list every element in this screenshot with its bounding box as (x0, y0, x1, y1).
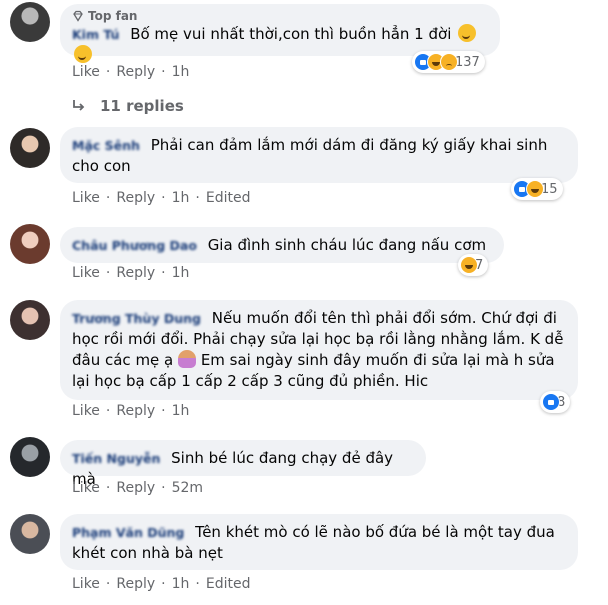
haha-icon (460, 256, 478, 274)
like-button[interactable]: Like (72, 64, 100, 80)
comment-bubble: Châu Phương Dao Gia đình sinh cháu lúc đ… (60, 227, 504, 263)
comment-author[interactable]: Kim Tú (72, 27, 119, 42)
timestamp[interactable]: 1h (172, 576, 190, 592)
diamond-icon (73, 10, 83, 22)
edited-label: Edited (205, 576, 251, 592)
like-button[interactable]: Like (72, 265, 100, 281)
comment-actions: Like · Reply · 1h · Edited (72, 576, 251, 592)
comment-bubble: Tiến Nguyễn Sinh bé lúc đang chạy đẻ đây… (60, 440, 426, 488)
reactions-summary[interactable]: 8 (540, 391, 571, 413)
avatar[interactable] (10, 514, 50, 554)
comment-bubble: Trương Thùy Dung Nếu muốn đổi tên thì ph… (60, 300, 578, 400)
reaction-count: 137 (455, 54, 480, 70)
comment-text: Phải can đảm lắm mới dám đi đăng ký giấy… (72, 136, 548, 175)
timestamp[interactable]: 1h (172, 403, 190, 419)
like-button[interactable]: Like (72, 403, 100, 419)
timestamp[interactable]: 1h (172, 190, 190, 206)
avatar[interactable] (10, 437, 50, 477)
comment-author[interactable]: Tiến Nguyễn (72, 451, 160, 466)
comment-actions: Like · Reply · 1h (72, 64, 190, 80)
comment-bubble: Top fan Kim Tú Bố mẹ vui nhất thời,con t… (60, 4, 500, 63)
woman-shrugging-icon (178, 350, 197, 368)
like-button[interactable]: Like (72, 480, 100, 496)
reactions-summary[interactable]: 7 (458, 254, 489, 276)
comment-actions: Like · Reply · 1h · Edited (72, 190, 251, 206)
avatar[interactable] (10, 128, 50, 168)
comment-text: Gia đình sinh cháu lúc đang nấu cơm (207, 236, 487, 254)
comment-text: Bố mẹ vui nhất thời,con thì buồn hẳn 1 đ… (130, 25, 452, 43)
comment-author[interactable]: Phạm Văn Dũng (72, 525, 184, 540)
like-button[interactable]: Like (72, 576, 100, 592)
avatar[interactable] (10, 224, 50, 264)
avatar[interactable] (10, 2, 50, 42)
reply-button[interactable]: Reply (116, 480, 155, 496)
reactions-summary[interactable]: 15 (511, 178, 563, 200)
reply-button[interactable]: Reply (116, 190, 155, 206)
reply-arrow-icon (73, 100, 85, 111)
comment-actions: Like · Reply · 1h (72, 265, 190, 281)
avatar[interactable] (10, 300, 50, 340)
comment-actions: Like · Reply · 1h (72, 403, 190, 419)
like-icon (542, 393, 560, 411)
comment-author[interactable]: Trương Thùy Dung (72, 311, 201, 326)
timestamp[interactable]: 52m (172, 480, 203, 496)
comment-bubble: Phạm Văn Dũng Tên khét mò có lẽ nào bố đ… (60, 514, 578, 570)
reply-button[interactable]: Reply (116, 265, 155, 281)
upside-down-face-icon (458, 24, 477, 42)
haha-icon (526, 180, 544, 198)
like-button[interactable]: Like (72, 190, 100, 206)
reply-button[interactable]: Reply (116, 403, 155, 419)
comment-author[interactable]: Mặc Sênh (72, 138, 140, 153)
comment-bubble: Mặc Sênh Phải can đảm lắm mới dám đi đăn… (60, 127, 578, 183)
reactions-summary[interactable]: 137 (412, 51, 485, 73)
comment-actions: Like · Reply · 52m (72, 480, 204, 496)
upside-down-face-icon (74, 45, 92, 63)
timestamp[interactable]: 1h (172, 64, 190, 80)
sad-icon (440, 53, 458, 71)
timestamp[interactable]: 1h (172, 265, 190, 281)
reply-button[interactable]: Reply (116, 64, 155, 80)
comment-author[interactable]: Châu Phương Dao (72, 238, 197, 253)
reply-button[interactable]: Reply (116, 576, 155, 592)
view-replies-button[interactable]: 11 replies (72, 97, 184, 115)
edited-label: Edited (205, 190, 251, 206)
top-fan-badge: Top fan (72, 8, 488, 24)
